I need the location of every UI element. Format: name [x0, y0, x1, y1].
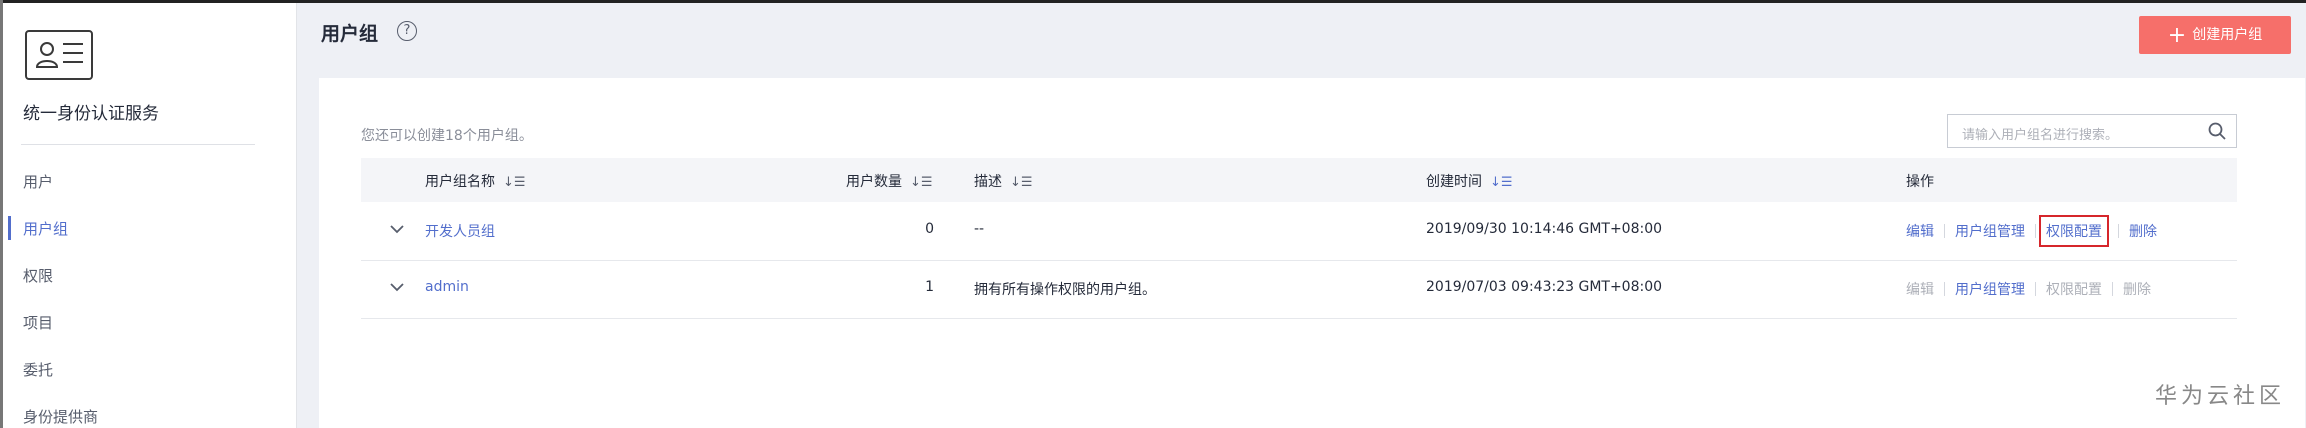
plus-icon: + — [2167, 23, 2187, 48]
group-description: -- — [974, 221, 985, 237]
column-header-created[interactable]: 创建时间 ↓☰ — [1426, 171, 1513, 191]
sort-icon[interactable]: ↓☰ — [1010, 175, 1033, 190]
service-title: 统一身份认证服务 — [23, 104, 159, 124]
permission-config-disabled: 权限配置 — [2046, 282, 2102, 298]
group-name-link[interactable]: admin — [425, 279, 469, 295]
sidebar: 统一身份认证服务 用户 用户组 权限 项目 委托 身份提供商 — [3, 3, 297, 428]
search-icon[interactable] — [2207, 121, 2227, 141]
sidebar-item-agencies[interactable]: 委托 — [23, 359, 53, 380]
sidebar-item-user-groups[interactable]: 用户组 — [23, 218, 68, 239]
table-header: 用户组名称 ↓☰ 用户数量 ↓☰ 描述 ↓☰ 创建时间 ↓☰ 操作 — [361, 158, 2237, 202]
main-content: 用户组 ? + 创建用户组 您还可以创建18个用户组。 请输入用户组名进行搜索。 … — [297, 3, 2306, 428]
sidebar-item-identity-providers[interactable]: 身份提供商 — [23, 406, 98, 427]
row-operations: 编辑 用户组管理 权限配置 删除 — [1906, 215, 2157, 247]
edit-link[interactable]: 编辑 — [1906, 224, 1934, 240]
permission-config-link[interactable]: 权限配置 — [2046, 224, 2102, 240]
chevron-down-icon[interactable] — [388, 278, 406, 296]
search-input[interactable]: 请输入用户组名进行搜索。 — [1947, 114, 2237, 148]
group-description: 拥有所有操作权限的用户组。 — [974, 282, 1156, 298]
watermark: 华为云社区 — [2155, 384, 2286, 409]
table-row: 开发人员组 0 -- 2019/09/30 10:14:46 GMT+08:00… — [361, 202, 2237, 261]
manage-users-link[interactable]: 用户组管理 — [1955, 224, 2025, 240]
user-count: 1 — [925, 279, 934, 295]
edit-link-disabled: 编辑 — [1906, 282, 1934, 298]
row-operations: 编辑 用户组管理 权限配置 删除 — [1906, 279, 2151, 299]
active-nav-marker — [8, 216, 11, 240]
chevron-down-icon[interactable] — [388, 220, 406, 238]
sort-desc-icon[interactable]: ↓☰ — [1490, 175, 1513, 190]
created-time: 2019/09/30 10:14:46 GMT+08:00 — [1426, 221, 1663, 237]
sort-icon[interactable]: ↓☰ — [503, 175, 526, 190]
sidebar-item-projects[interactable]: 项目 — [23, 312, 53, 333]
sidebar-item-permissions[interactable]: 权限 — [23, 265, 53, 286]
column-header-operations: 操作 — [1906, 174, 1934, 190]
table-row: admin 1 拥有所有操作权限的用户组。 2019/07/03 09:43:2… — [361, 260, 2237, 319]
column-header-name[interactable]: 用户组名称 ↓☰ — [425, 171, 526, 191]
manage-users-link[interactable]: 用户组管理 — [1955, 282, 2025, 298]
help-icon[interactable]: ? — [397, 21, 417, 41]
created-time: 2019/07/03 09:43:23 GMT+08:00 — [1426, 279, 1663, 295]
iam-logo-icon — [25, 30, 93, 80]
quota-hint: 您还可以创建18个用户组。 — [361, 128, 533, 144]
user-group-card: 您还可以创建18个用户组。 请输入用户组名进行搜索。 用户组名称 ↓☰ 用户数量 ↓… — [319, 78, 2305, 428]
column-header-description[interactable]: 描述 ↓☰ — [974, 171, 1033, 191]
page-title: 用户组 — [321, 23, 379, 45]
column-header-count[interactable]: 用户数量 ↓☰ — [846, 171, 933, 191]
highlight-box: 权限配置 — [2039, 215, 2109, 247]
create-user-group-button[interactable]: + 创建用户组 — [2139, 16, 2291, 54]
sidebar-item-users[interactable]: 用户 — [23, 171, 53, 192]
search-placeholder: 请输入用户组名进行搜索。 — [1962, 128, 2119, 143]
delete-link-disabled: 删除 — [2123, 282, 2151, 298]
sidebar-divider — [21, 144, 255, 145]
create-button-label: 创建用户组 — [2192, 27, 2263, 43]
user-count: 0 — [925, 221, 934, 237]
group-name-link[interactable]: 开发人员组 — [425, 221, 495, 241]
sort-icon[interactable]: ↓☰ — [910, 175, 933, 190]
delete-link[interactable]: 删除 — [2129, 224, 2157, 240]
